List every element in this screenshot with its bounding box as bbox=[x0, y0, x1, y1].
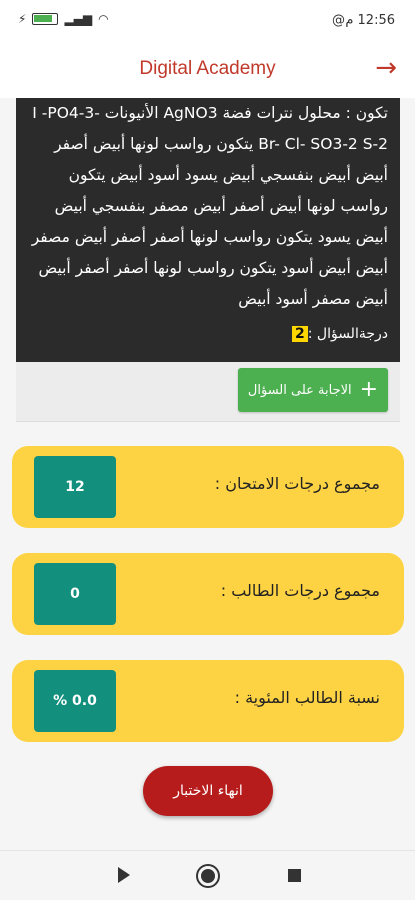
student-total-card: مجموع درجات الطالب : 0 bbox=[12, 553, 404, 635]
wifi-icon: ◠ bbox=[98, 12, 109, 26]
system-nav-bar bbox=[0, 850, 415, 900]
end-exam-button[interactable]: انهاء الاختبار bbox=[143, 766, 273, 816]
status-at-icon: @ bbox=[332, 13, 345, 28]
signal-icon: ▂▄▆ bbox=[64, 12, 93, 26]
plus-icon: + bbox=[359, 377, 379, 402]
answer-button-label: الاجابة على السؤال bbox=[247, 382, 352, 398]
status-bar: ⚡ ▂▄▆ ◠ @ 12:56 م bbox=[0, 0, 415, 40]
nav-recents-icon[interactable] bbox=[288, 869, 301, 882]
status-time: 12:56 م bbox=[345, 13, 395, 28]
answer-question-button[interactable]: + الاجابة على السؤال bbox=[238, 368, 388, 412]
answer-panel: + الاجابة على السؤال bbox=[16, 362, 400, 422]
student-total-value: 0 bbox=[34, 563, 116, 625]
degree-label: درجةالسؤال : bbox=[307, 326, 388, 342]
student-total-label: مجموع درجات الطالب : bbox=[220, 581, 380, 600]
question-degree: درجةالسؤال :2 bbox=[291, 326, 388, 342]
exam-total-label: مجموع درجات الامتحان : bbox=[214, 474, 380, 493]
charging-icon: ⚡ bbox=[18, 12, 27, 26]
question-card: تكون : محلول نترات فضة AgNO3 الأنيونات -… bbox=[16, 98, 400, 362]
status-icons: ⚡ ▂▄▆ ◠ bbox=[18, 12, 109, 26]
exam-total-card: مجموع درجات الامتحان : 12 bbox=[12, 446, 404, 528]
battery-icon bbox=[32, 13, 59, 25]
degree-value: 2 bbox=[291, 326, 308, 342]
arrow-right-icon[interactable]: → bbox=[375, 53, 397, 83]
app-title: Digital Academy bbox=[139, 58, 276, 79]
percentage-label: نسبة الطالب المئوية : bbox=[234, 688, 380, 707]
question-text: تكون : محلول نترات فضة AgNO3 الأنيونات -… bbox=[31, 104, 388, 308]
app-bar: Digital Academy → bbox=[0, 40, 415, 98]
percentage-card: نسبة الطالب المئوية : % 0.0 bbox=[12, 660, 404, 742]
exam-total-value: 12 bbox=[34, 456, 116, 518]
nav-home-icon[interactable] bbox=[198, 866, 218, 886]
percentage-value: % 0.0 bbox=[34, 670, 116, 732]
nav-back-icon[interactable] bbox=[118, 867, 130, 883]
